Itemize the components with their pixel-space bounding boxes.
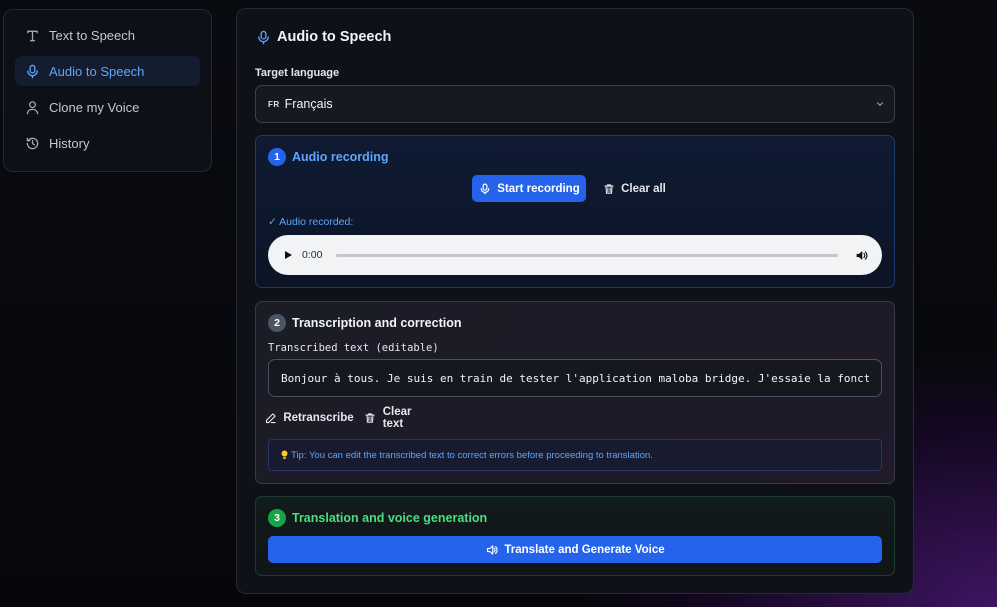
section-header: 3 Translation and voice generation — [268, 509, 487, 527]
audio-recording-section: 1 Audio recording Start recording Clear … — [255, 135, 895, 288]
translate-generate-button[interactable]: Translate and Generate Voice — [268, 536, 882, 563]
trash-icon — [364, 412, 377, 425]
sidebar-item-label: Audio to Speech — [49, 63, 145, 79]
trash-icon — [602, 182, 615, 195]
sidebar-item-label: History — [49, 135, 90, 151]
text-icon — [24, 27, 40, 43]
target-language-label: Target language — [255, 67, 340, 79]
sidebar-item-text-to-speech[interactable]: Text to Speech — [15, 20, 200, 50]
section-header: 2 Transcription and correction — [268, 314, 461, 332]
button-label: Clear all — [621, 182, 666, 195]
player-progress-track[interactable] — [336, 253, 838, 257]
button-label: Retranscribe — [283, 412, 354, 424]
target-language-select[interactable]: FR Français — [255, 85, 895, 123]
volume-icon[interactable] — [854, 248, 868, 262]
history-icon — [24, 135, 40, 151]
section-header: 1 Audio recording — [268, 148, 389, 166]
section-title: Translation and voice generation — [292, 511, 488, 525]
transcribed-text-input[interactable] — [268, 359, 882, 397]
button-label: Start recording — [497, 182, 580, 195]
clear-all-button[interactable]: Clear all — [600, 175, 668, 202]
main-panel: Audio to Speech Target language FR Franç… — [236, 8, 914, 594]
tip-text: Tip: You can edit the transcribed text t… — [291, 449, 653, 461]
sidebar: Text to Speech Audio to Speech Clone my … — [3, 9, 212, 172]
transcription-section: 2 Transcription and correction Transcrib… — [255, 301, 895, 484]
retranscribe-button[interactable]: Retranscribe — [264, 407, 354, 429]
target-language-value: Français — [284, 97, 333, 111]
tip-box: Tip: You can edit the transcribed text t… — [268, 439, 882, 471]
page-title: Audio to Speech — [255, 29, 391, 45]
microphone-icon — [255, 29, 271, 45]
pencil-icon — [264, 412, 277, 425]
language-flag: FR — [268, 99, 280, 109]
microphone-icon — [24, 63, 40, 79]
audio-recorded-label: ✓ Audio recorded: — [268, 216, 354, 228]
sidebar-item-history[interactable]: History — [15, 128, 200, 158]
section-title: Transcription and correction — [292, 316, 462, 330]
start-recording-button[interactable]: Start recording — [472, 175, 586, 202]
speaker-icon — [485, 543, 498, 556]
user-icon — [24, 99, 40, 115]
lightbulb-icon — [279, 450, 289, 460]
transcribed-text-label: Transcribed text (editable) — [268, 342, 439, 354]
button-label: Translate and Generate Voice — [504, 543, 665, 556]
translation-section: 3 Translation and voice generation Trans… — [255, 496, 895, 576]
audio-player: 0:00 — [268, 235, 882, 275]
clear-text-button[interactable]: Clear text — [364, 406, 434, 430]
button-label: Clear text — [382, 406, 412, 430]
section-title: Audio recording — [292, 150, 389, 164]
player-time: 0:00 — [302, 249, 323, 261]
sidebar-item-audio-to-speech[interactable]: Audio to Speech — [15, 56, 200, 86]
chevron-down-icon — [874, 98, 886, 110]
microphone-icon — [478, 182, 491, 195]
sidebar-item-label: Text to Speech — [49, 27, 135, 43]
play-icon[interactable] — [282, 249, 294, 261]
page-title-text: Audio to Speech — [277, 29, 392, 45]
step-badge: 1 — [268, 148, 286, 166]
sidebar-item-clone-voice[interactable]: Clone my Voice — [15, 92, 200, 122]
sidebar-item-label: Clone my Voice — [49, 99, 140, 115]
step-badge: 2 — [268, 314, 286, 332]
step-badge: 3 — [268, 509, 286, 527]
